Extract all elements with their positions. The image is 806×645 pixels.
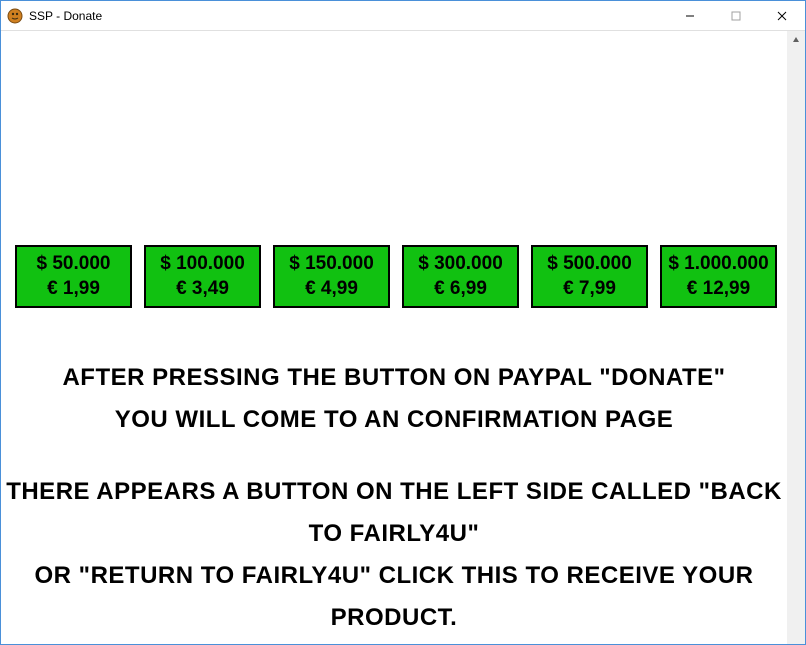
donate-usd: $ 50.000 xyxy=(37,252,111,277)
donate-option-3[interactable]: $ 150.000 € 4,99 xyxy=(273,245,390,308)
window-controls xyxy=(667,1,805,31)
donate-eur: € 7,99 xyxy=(563,277,616,302)
donate-eur: € 1,99 xyxy=(47,277,100,302)
scroll-up-icon[interactable] xyxy=(787,31,805,49)
donate-option-6[interactable]: $ 1.000.000 € 12,99 xyxy=(660,245,777,308)
instruction-line: After pressing the button on paypal "Don… xyxy=(1,357,787,399)
donate-option-2[interactable]: $ 100.000 € 3,49 xyxy=(144,245,261,308)
instruction-line: you will come to an confirmation page xyxy=(1,399,787,441)
donate-usd: $ 150.000 xyxy=(289,252,374,277)
window-title: SSP - Donate xyxy=(29,9,102,23)
instruction-paragraph-2: There appears a button on the left side … xyxy=(1,471,787,639)
donate-eur: € 6,99 xyxy=(434,277,487,302)
donate-buttons-row: $ 50.000 € 1,99 $ 100.000 € 3,49 $ 150.0… xyxy=(15,245,777,308)
donate-option-1[interactable]: $ 50.000 € 1,99 xyxy=(15,245,132,308)
instruction-paragraph-1: After pressing the button on paypal "Don… xyxy=(1,357,787,441)
instruction-line: or "return to fairly4u" click this to re… xyxy=(1,555,787,639)
donate-usd: $ 500.000 xyxy=(547,252,632,277)
minimize-button[interactable] xyxy=(667,1,713,31)
app-icon xyxy=(7,8,23,24)
donate-usd: $ 100.000 xyxy=(160,252,245,277)
titlebar: SSP - Donate xyxy=(1,1,805,31)
donate-usd: $ 1.000.000 xyxy=(668,252,768,277)
close-button[interactable] xyxy=(759,1,805,31)
donate-usd: $ 300.000 xyxy=(418,252,503,277)
donate-eur: € 3,49 xyxy=(176,277,229,302)
donate-eur: € 12,99 xyxy=(687,277,750,302)
donate-eur: € 4,99 xyxy=(305,277,358,302)
content-area: $ 50.000 € 1,99 $ 100.000 € 3,49 $ 150.0… xyxy=(1,31,787,644)
vertical-scrollbar[interactable] xyxy=(787,31,805,644)
instruction-line: There appears a button on the left side … xyxy=(1,471,787,555)
donate-option-5[interactable]: $ 500.000 € 7,99 xyxy=(531,245,648,308)
maximize-button[interactable] xyxy=(713,1,759,31)
donate-option-4[interactable]: $ 300.000 € 6,99 xyxy=(402,245,519,308)
app-window: SSP - Donate $ 50.000 € 1,99 $ 100.000 xyxy=(0,0,806,645)
